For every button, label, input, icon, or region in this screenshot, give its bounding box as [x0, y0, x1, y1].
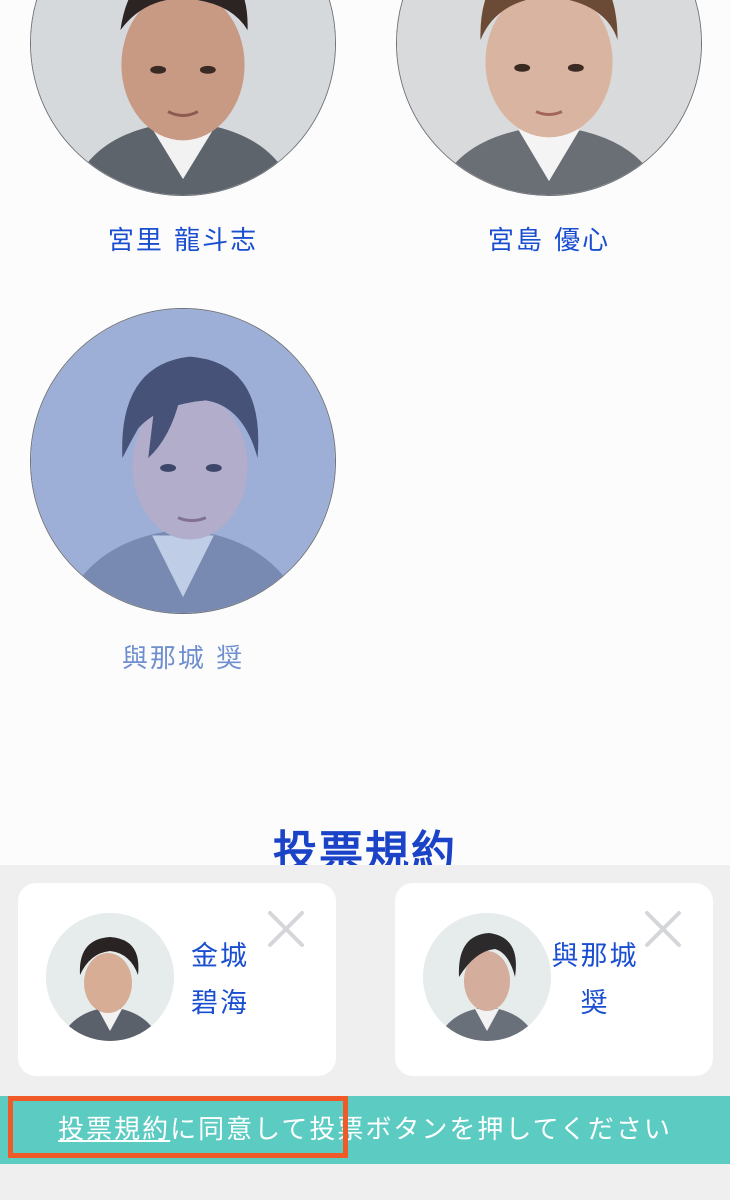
selected-thumbnail [46, 913, 174, 1041]
candidate-photo[interactable] [30, 308, 336, 614]
terms-link[interactable]: 投票規約 [58, 1115, 170, 1145]
selection-tray: 金城 碧海 與那城 奨 投票規約に同意して投票ボタンを押してください [0, 865, 730, 1200]
selected-name: 與那城 奨 [551, 941, 639, 1019]
close-icon[interactable] [266, 909, 306, 949]
candidate-name: 宮里 龍斗志 [107, 226, 259, 256]
selected-card: 金城 碧海 [18, 883, 336, 1076]
close-icon[interactable] [643, 909, 683, 949]
selected-name: 金城 碧海 [191, 941, 249, 1019]
candidate-card[interactable]: 與那城 奨 [30, 308, 336, 674]
vote-instruction-text: に同意して投票ボタンを押してください [170, 1115, 672, 1145]
candidate-photo[interactable] [396, 0, 702, 196]
candidate-name: 與那城 奨 [121, 644, 245, 674]
selected-thumbnail [423, 913, 551, 1041]
candidate-photo[interactable] [30, 0, 336, 196]
vote-instruction-bar[interactable]: 投票規約に同意して投票ボタンを押してください [0, 1096, 730, 1164]
selected-card: 與那城 奨 [395, 883, 713, 1076]
candidate-name: 宮島 優心 [487, 226, 611, 256]
